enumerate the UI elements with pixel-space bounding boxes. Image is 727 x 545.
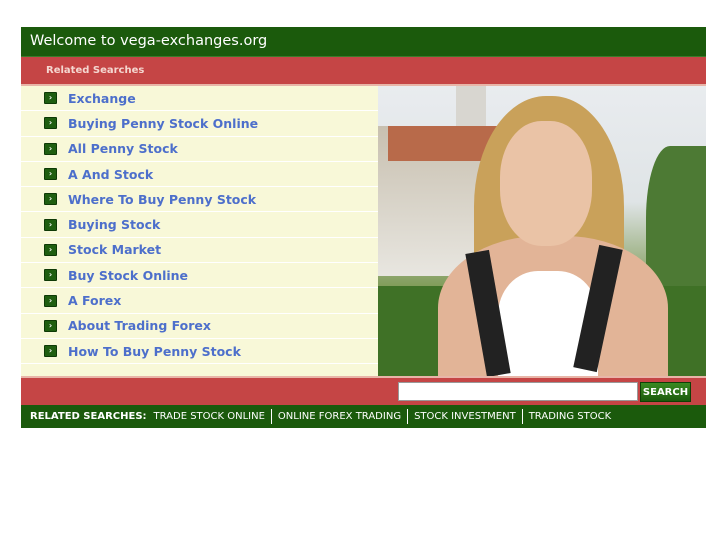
related-links-list: › Exchange › Buying Penny Stock Online › Al… xyxy=(21,86,378,376)
related-link[interactable]: Buy Stock Online xyxy=(68,268,188,283)
list-item[interactable]: › Buying Stock xyxy=(21,212,378,238)
related-link[interactable]: Where To Buy Penny Stock xyxy=(68,192,256,207)
footer-label: RELATED SEARCHES: xyxy=(30,411,147,422)
related-link[interactable]: Exchange xyxy=(68,91,136,106)
arrow-right-icon: › xyxy=(44,294,57,307)
related-link[interactable]: Buying Penny Stock Online xyxy=(68,116,258,131)
list-item[interactable]: › Exchange xyxy=(21,86,378,112)
arrow-right-icon: › xyxy=(44,92,57,105)
related-link[interactable]: Stock Market xyxy=(68,242,161,257)
photo-woman-face xyxy=(500,121,592,246)
list-item[interactable]: › Where To Buy Penny Stock xyxy=(21,187,378,213)
footer-link[interactable]: ONLINE FOREX TRADING xyxy=(278,405,401,428)
page-title: Welcome to vega-exchanges.org xyxy=(21,27,706,57)
hero-photo xyxy=(378,86,706,376)
arrow-right-icon: › xyxy=(44,117,57,130)
related-link[interactable]: A And Stock xyxy=(68,167,153,182)
list-item[interactable]: › How To Buy Penny Stock xyxy=(21,339,378,365)
divider xyxy=(270,409,272,424)
divider xyxy=(407,409,409,424)
list-item[interactable]: › About Trading Forex xyxy=(21,314,378,339)
list-item[interactable]: › Buying Penny Stock Online xyxy=(21,111,378,137)
footer-link[interactable]: STOCK INVESTMENT xyxy=(414,405,516,428)
divider xyxy=(521,409,523,424)
related-link[interactable]: Buying Stock xyxy=(68,217,160,232)
list-item[interactable]: › A Forex xyxy=(21,288,378,314)
list-item[interactable]: › Buy Stock Online xyxy=(21,263,378,289)
arrow-right-icon: › xyxy=(44,218,57,231)
arrow-right-icon: › xyxy=(44,243,57,256)
arrow-right-icon: › xyxy=(44,193,57,206)
arrow-right-icon: › xyxy=(44,142,57,155)
list-item[interactable]: › All Penny Stock xyxy=(21,137,378,162)
footer-link[interactable]: TRADING STOCK xyxy=(529,405,611,428)
related-link[interactable]: A Forex xyxy=(68,293,121,308)
related-link[interactable]: How To Buy Penny Stock xyxy=(68,344,241,359)
arrow-right-icon: › xyxy=(44,269,57,282)
list-item[interactable]: › A And Stock xyxy=(21,162,378,188)
arrow-right-icon: › xyxy=(44,345,57,358)
arrow-right-icon: › xyxy=(44,319,57,332)
search-button[interactable]: SEARCH xyxy=(640,382,691,402)
page-container: Welcome to vega-exchanges.org Related Se… xyxy=(21,27,706,428)
list-item[interactable]: › Stock Market xyxy=(21,238,378,264)
related-link[interactable]: About Trading Forex xyxy=(68,318,211,333)
search-bar: SEARCH xyxy=(21,376,706,405)
search-input[interactable] xyxy=(398,382,638,401)
main-content: › Exchange › Buying Penny Stock Online › Al… xyxy=(21,86,706,376)
footer-link[interactable]: TRADE STOCK ONLINE xyxy=(154,405,265,428)
related-searches-footer: RELATED SEARCHES: TRADE STOCK ONLINE ONL… xyxy=(21,405,706,428)
related-link[interactable]: All Penny Stock xyxy=(68,141,178,156)
arrow-right-icon: › xyxy=(44,168,57,181)
related-searches-heading: Related Searches xyxy=(21,57,706,86)
